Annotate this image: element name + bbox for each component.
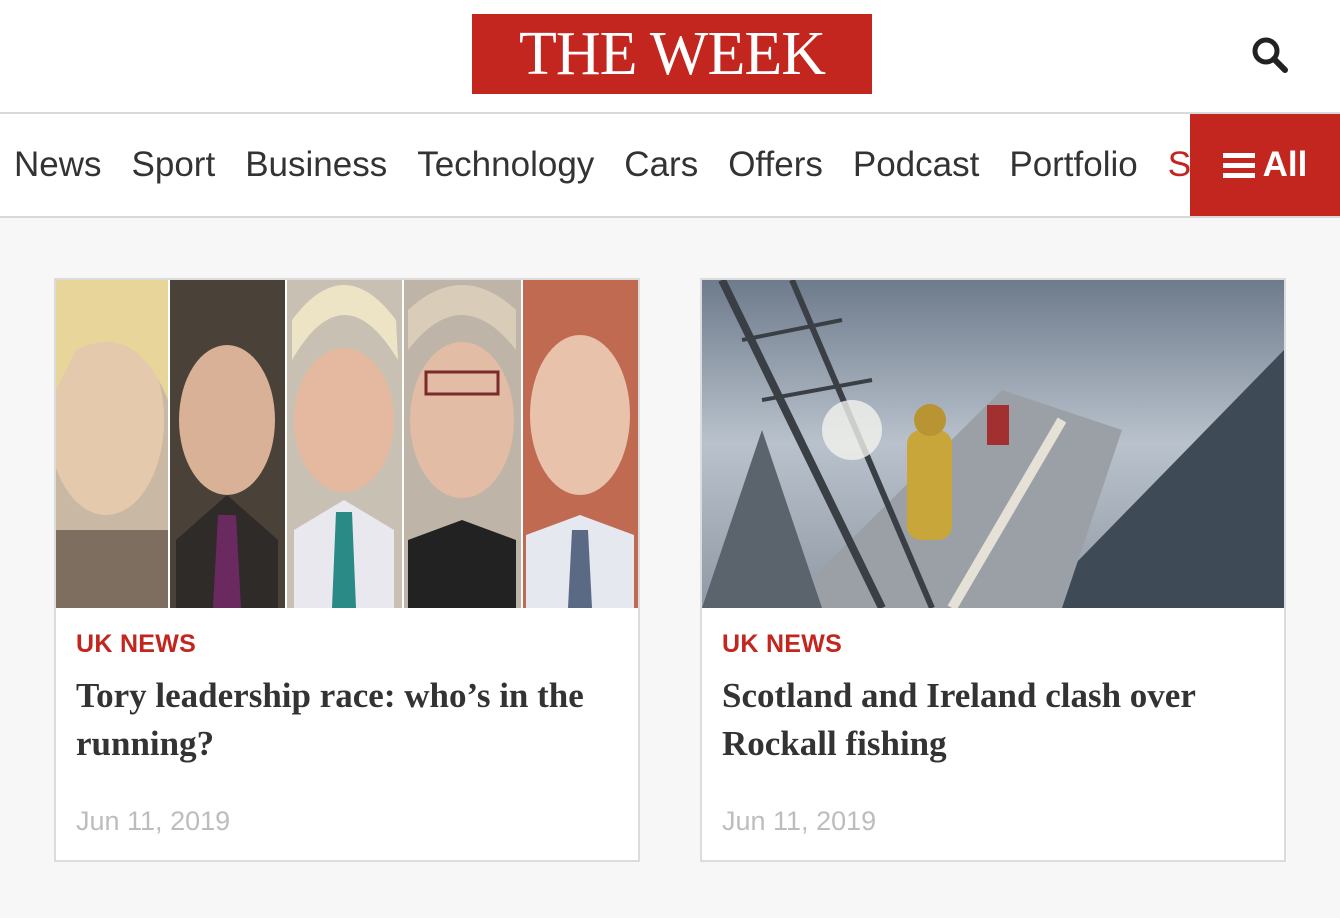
nav-item-news[interactable]: News [0,145,117,185]
article-category[interactable]: UK NEWS [722,630,842,659]
nav-item-technology[interactable]: Technology [402,145,609,185]
nav-item-portfolio[interactable]: Portfolio [994,145,1152,185]
menu-icon [1222,152,1255,178]
nav-item-offers[interactable]: Offers [713,145,838,185]
site-header: THE WEEK [0,0,1340,114]
nav-items: News Sport Business Technology Cars Offe… [0,114,1226,216]
all-menu-label: All [1262,145,1308,184]
article-card[interactable]: UK NEWS Scotland and Ireland clash over … [700,278,1286,862]
all-menu-button[interactable]: All [1190,114,1340,216]
article-headline[interactable]: Scotland and Ireland clash over Rockall … [722,672,1272,768]
article-category[interactable]: UK NEWS [76,630,196,659]
article-date: Jun 11, 2019 [722,806,877,836]
article-image[interactable] [56,280,638,608]
nav-item-sport[interactable]: Sport [117,145,231,185]
main-nav: News Sport Business Technology Cars Offe… [0,114,1340,218]
nav-item-podcast[interactable]: Podcast [838,145,994,185]
nav-item-cars[interactable]: Cars [609,145,713,185]
article-card[interactable]: UK NEWS Tory leadership race: who’s in t… [54,278,640,862]
article-image[interactable] [702,280,1284,608]
search-icon [1252,37,1288,73]
article-headline[interactable]: Tory leadership race: who’s in the runni… [76,672,626,768]
nav-item-business[interactable]: Business [230,145,402,185]
site-logo[interactable]: THE WEEK [472,14,872,94]
article-date: Jun 11, 2019 [76,806,231,836]
search-button[interactable] [1244,30,1296,80]
